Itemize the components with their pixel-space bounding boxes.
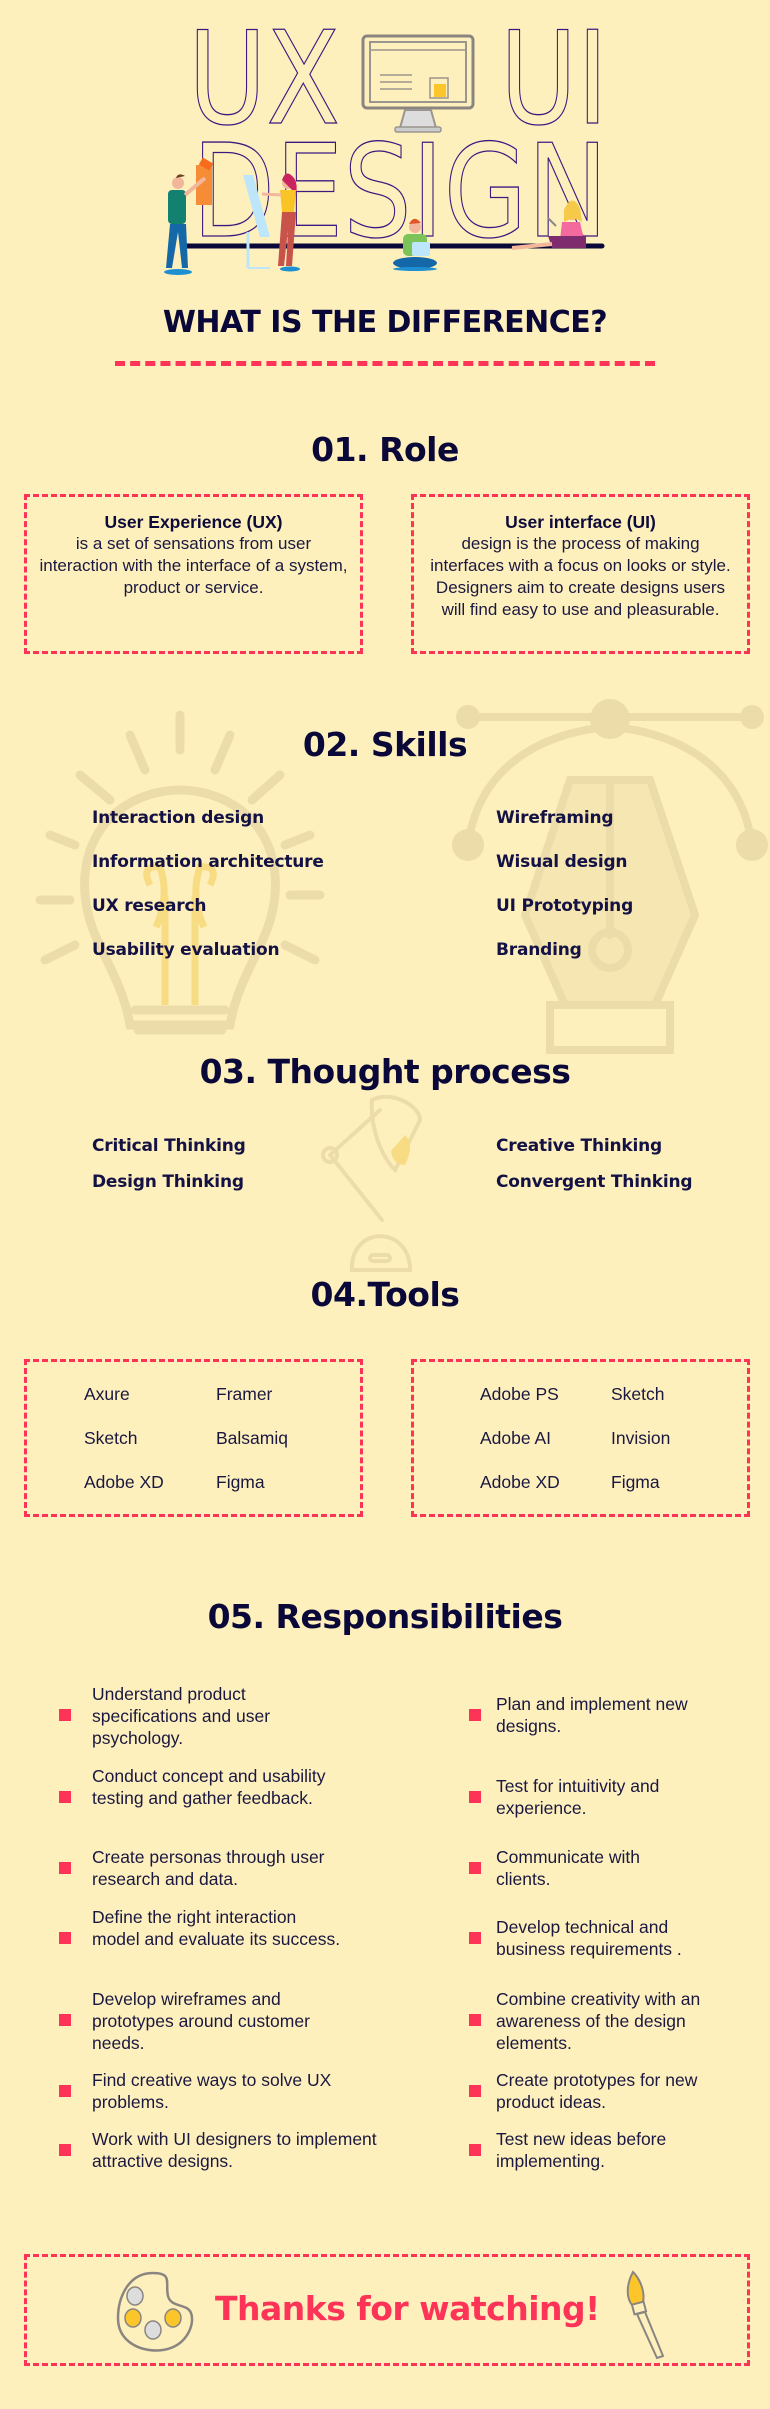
bullet-icon	[59, 2014, 71, 2026]
role-ui-title: User interface (UI)	[505, 512, 656, 532]
skill-ui-item: UI Prototyping	[496, 896, 634, 916]
responsibility-ux-item: Work with UI designers to implement attr…	[92, 2129, 377, 2171]
responsibility-ui-item: Create prototypes for new product ideas.	[496, 2070, 698, 2112]
tool-ux-item: Axure	[84, 1384, 130, 1404]
subtitle-divider	[115, 361, 655, 366]
palette-icon	[116, 2271, 194, 2352]
tools-ui-card	[411, 1359, 750, 1517]
tool-ui-item: Figma	[611, 1472, 660, 1492]
thought-ui-item: Creative Thinking	[496, 1136, 662, 1156]
bullet-icon	[469, 1862, 481, 1874]
role-ux-description: is a set of sensations from user interac…	[39, 534, 348, 597]
skill-ui-item: Wireframing	[496, 808, 614, 828]
tool-ux-item: Framer	[216, 1384, 273, 1404]
bullet-icon	[469, 1932, 481, 1944]
responsibility-ui-item: Test for intuitivity and experience.	[496, 1776, 660, 1818]
skill-ui-item: Wisual design	[496, 852, 628, 872]
bullet-icon	[469, 2085, 481, 2097]
bullet-icon	[469, 2144, 481, 2156]
tool-ui-item: Adobe AI	[480, 1428, 552, 1448]
section-heading-responsibilities: 05. Responsibilities	[207, 1597, 563, 1636]
responsibility-ui-item: Combine creativity with an awareness of …	[496, 1989, 701, 2053]
responsibility-ux-item: Develop wireframes and prototypes around…	[92, 1989, 310, 2053]
bullet-icon	[469, 1709, 481, 1721]
bullet-icon	[59, 1709, 71, 1721]
section-heading-skills: 02. Skills	[302, 725, 468, 764]
role-ux-title: User Experience (UX)	[104, 512, 283, 532]
responsibility-ux-item: Find creative ways to solve UX problems.	[92, 2070, 332, 2112]
thought-ux-item: Design Thinking	[92, 1172, 244, 1192]
role-ui-card: User interface (UI) design is the proces…	[411, 494, 750, 654]
subtitle: WHAT IS THE DIFFERENCE?	[162, 305, 608, 340]
section-heading-tools: 04.Tools	[310, 1275, 460, 1314]
hero-title-graphic: UX UI DESIGN	[164, 4, 609, 275]
bullet-icon	[59, 2085, 71, 2097]
tool-ui-item: Invision	[611, 1428, 671, 1448]
responsibility-ux-item: Define the right interaction model and e…	[92, 1907, 341, 1949]
role-ux-card: User Experience (UX) is a set of sensati…	[24, 494, 363, 654]
tool-ui-item: Adobe PS	[480, 1384, 559, 1404]
bullet-icon	[469, 2014, 481, 2026]
responsibility-ux-item: Understand product specifications and us…	[92, 1684, 271, 1748]
bullet-icon	[469, 1791, 481, 1803]
responsibility-ui-item: Plan and implement new designs.	[496, 1694, 688, 1736]
skill-ui-item: Branding	[496, 940, 582, 960]
section-heading-role: 01. Role	[311, 430, 459, 469]
thought-ui-item: Convergent Thinking	[496, 1172, 693, 1192]
responsibility-ui-item: Develop technical and business requireme…	[496, 1917, 682, 1959]
bullet-icon	[59, 1791, 71, 1803]
tools-ux-card	[24, 1359, 363, 1517]
bullet-icon	[59, 1932, 71, 1944]
tool-ux-item: Adobe XD	[84, 1472, 164, 1492]
tool-ui-item: Adobe XD	[480, 1472, 560, 1492]
bullet-icon	[59, 1862, 71, 1874]
responsibility-ux-item: Conduct concept and usability testing an…	[92, 1766, 326, 1808]
desk-lamp-icon	[321, 1095, 423, 1272]
tool-ui-item: Sketch	[611, 1384, 665, 1404]
bullet-icon	[59, 2144, 71, 2156]
thought-ux-item: Critical Thinking	[92, 1136, 246, 1156]
responsibility-ux-item: Create personas through user research an…	[92, 1847, 325, 1889]
section-heading-thought: 03. Thought process	[199, 1052, 571, 1091]
skill-ux-item: Information architecture	[92, 852, 324, 872]
tool-ux-item: Balsamiq	[216, 1428, 288, 1448]
skill-ux-item: Usability evaluation	[92, 940, 280, 960]
thanks-text: Thanks for watching!	[215, 2289, 600, 2328]
skill-ux-item: UX research	[92, 896, 207, 916]
tool-ux-item: Figma	[216, 1472, 265, 1492]
skill-ux-item: Interaction design	[92, 808, 264, 828]
tool-ux-item: Sketch	[84, 1428, 138, 1448]
responsibility-ui-item: Test new ideas before implementing.	[496, 2129, 667, 2171]
paintbrush-icon	[626, 2270, 665, 2360]
role-ui-description: design is the process of making interfac…	[430, 534, 731, 619]
responsibility-ui-item: Communicate with clients.	[496, 1847, 640, 1889]
